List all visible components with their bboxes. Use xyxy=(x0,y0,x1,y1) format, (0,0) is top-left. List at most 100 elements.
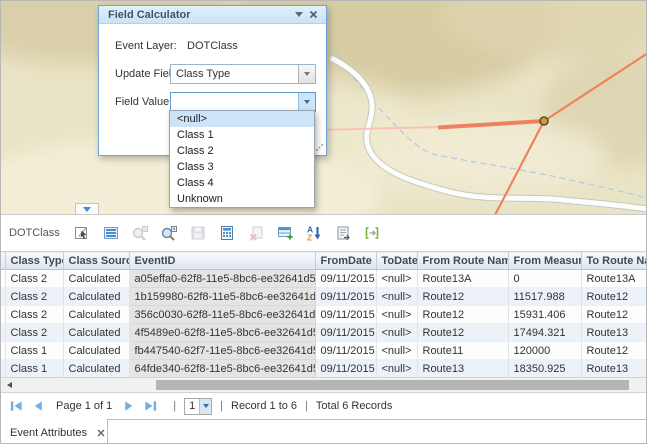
dropdown-option[interactable]: <null> xyxy=(170,111,314,127)
column-header[interactable]: EventID xyxy=(129,252,315,270)
table-cell[interactable]: 09/11/2015 xyxy=(315,270,376,288)
table-cell[interactable]: Calculated xyxy=(63,306,129,324)
table-cell[interactable]: Route12 xyxy=(581,288,647,306)
junction-point-marker[interactable] xyxy=(540,117,548,125)
update-field-dropdown-button[interactable] xyxy=(298,65,315,83)
dropdown-option[interactable]: Unknown xyxy=(170,191,314,207)
table-cell[interactable]: <null> xyxy=(376,270,417,288)
column-header[interactable]: Class Type xyxy=(5,252,63,270)
page-select-dropdown-button[interactable] xyxy=(199,399,211,414)
table-cell[interactable]: Route12 xyxy=(417,324,508,342)
separator: | xyxy=(305,400,308,412)
table-row[interactable]: Class 2Calculated4f5489e0-62f8-11e5-8bc6… xyxy=(1,324,647,342)
dialog-close-icon[interactable] xyxy=(306,8,320,22)
table-cell[interactable]: Route12 xyxy=(581,342,647,360)
table-cell[interactable]: a05effa0-62f8-11e5-8bc6-ee32641d5ec9 xyxy=(129,270,315,288)
table-row[interactable]: Class 1Calculated64fde340-62f8-11e5-8bc6… xyxy=(1,360,647,378)
dropdown-option[interactable]: Class 1 xyxy=(170,127,314,143)
column-header[interactable]: Class Source xyxy=(63,252,129,270)
dropdown-option[interactable]: Class 4 xyxy=(170,175,314,191)
field-value-dropdown-button[interactable] xyxy=(298,93,315,111)
table-cell[interactable]: 09/11/2015 xyxy=(315,342,376,360)
table-cell[interactable]: 09/11/2015 xyxy=(315,288,376,306)
zoom-to-next-icon[interactable] xyxy=(160,224,178,242)
table-cell[interactable]: 0 xyxy=(508,270,581,288)
previous-page-button[interactable] xyxy=(31,398,46,414)
column-header[interactable]: FromDate xyxy=(315,252,376,270)
table-cell[interactable]: Route13A xyxy=(581,270,647,288)
table-cell[interactable]: Route12 xyxy=(417,288,508,306)
table-cell[interactable]: Calculated xyxy=(63,270,129,288)
table-row[interactable]: Class 1Calculatedfb447540-62f7-11e5-8bc6… xyxy=(1,342,647,360)
table-cell[interactable]: 11517.988 xyxy=(508,288,581,306)
scroll-left-arrow-icon[interactable] xyxy=(7,382,12,388)
table-cell[interactable]: <null> xyxy=(376,360,417,378)
record-range-label: Record 1 to 6 xyxy=(231,400,297,412)
tab-event-attributes[interactable]: Event Attributes xyxy=(1,419,108,444)
table-cell[interactable]: 4f5489e0-62f8-11e5-8bc6-ee32641d5ec9 xyxy=(129,324,315,342)
column-header[interactable]: To Route Name xyxy=(581,252,647,270)
table-cell[interactable]: 09/11/2015 xyxy=(315,360,376,378)
next-page-button[interactable] xyxy=(121,398,136,414)
field-calculator-icon[interactable] xyxy=(218,224,236,242)
table-cell[interactable]: Route13 xyxy=(417,360,508,378)
table-cell[interactable]: Route13A xyxy=(417,270,508,288)
column-header[interactable]: From Measure xyxy=(508,252,581,270)
table-cell[interactable]: 09/11/2015 xyxy=(315,324,376,342)
table-cell[interactable]: <null> xyxy=(376,342,417,360)
table-cell[interactable]: 15931.406 xyxy=(508,306,581,324)
page-number-select[interactable]: 1 xyxy=(184,398,212,415)
last-page-button[interactable] xyxy=(143,398,158,414)
dropdown-option[interactable]: Class 2 xyxy=(170,143,314,159)
table-cell[interactable]: 1b159980-62f8-11e5-8bc6-ee32641d5ec9 xyxy=(129,288,315,306)
table-icon[interactable] xyxy=(102,224,120,242)
sort-icon[interactable]: AZ xyxy=(305,224,323,242)
table-cell[interactable]: Calculated xyxy=(63,360,129,378)
table-cell[interactable]: 64fde340-62f8-11e5-8bc6-ee32641d5ec9 xyxy=(129,360,315,378)
table-cell[interactable]: <null> xyxy=(376,306,417,324)
tab-close-icon[interactable] xyxy=(97,429,105,437)
column-header[interactable]: From Route Name xyxy=(417,252,508,270)
table-cell[interactable]: <null> xyxy=(376,288,417,306)
table-cell[interactable]: Calculated xyxy=(63,324,129,342)
append-events-icon[interactable] xyxy=(276,224,294,242)
table-cell[interactable]: Class 2 xyxy=(5,270,63,288)
table-cell[interactable]: fb447540-62f7-11e5-8bc6-ee32641d5ec9 xyxy=(129,342,315,360)
table-cell[interactable]: Route11 xyxy=(417,342,508,360)
table-cell[interactable]: Route13 xyxy=(581,360,647,378)
table-cell[interactable]: 120000 xyxy=(508,342,581,360)
table-cell[interactable]: Calculated xyxy=(63,342,129,360)
select-features-icon[interactable] xyxy=(73,224,91,242)
panel-collapse-tab[interactable] xyxy=(75,203,99,214)
first-page-button[interactable] xyxy=(9,398,24,414)
table-cell[interactable]: Route13 xyxy=(581,324,647,342)
table-cell[interactable]: Class 2 xyxy=(5,306,63,324)
table-cell[interactable]: Calculated xyxy=(63,288,129,306)
table-cell[interactable]: <null> xyxy=(376,324,417,342)
column-header[interactable]: ToDate xyxy=(376,252,417,270)
attribute-set-icon[interactable] xyxy=(334,224,352,242)
table-cell[interactable]: 356c0030-62f8-11e5-8bc6-ee32641d5ec9 xyxy=(129,306,315,324)
dialog-titlebar[interactable]: Field Calculator xyxy=(99,6,326,24)
table-row[interactable]: Class 2Calculated356c0030-62f8-11e5-8bc6… xyxy=(1,306,647,324)
table-cell[interactable]: Class 1 xyxy=(5,342,63,360)
table-cell[interactable]: Class 1 xyxy=(5,360,63,378)
field-value-current xyxy=(171,93,298,111)
dropdown-option[interactable]: Class 3 xyxy=(170,159,314,175)
dialog-resize-grip[interactable] xyxy=(315,143,324,155)
table-row[interactable]: Class 2Calculated1b159980-62f8-11e5-8bc6… xyxy=(1,288,647,306)
go-to-measure-icon[interactable] xyxy=(363,224,381,242)
dialog-collapse-icon[interactable] xyxy=(292,8,306,22)
horizontal-scrollbar[interactable] xyxy=(1,377,647,393)
table-cell[interactable]: Class 2 xyxy=(5,288,63,306)
table-cell[interactable]: Class 2 xyxy=(5,324,63,342)
update-field-combobox[interactable]: Class Type xyxy=(170,64,316,84)
table-cell[interactable]: Route12 xyxy=(581,306,647,324)
table-cell[interactable]: 18350.925 xyxy=(508,360,581,378)
field-value-combobox[interactable] xyxy=(170,92,316,112)
table-row[interactable]: Class 2Calculateda05effa0-62f8-11e5-8bc6… xyxy=(1,270,647,288)
scrollbar-thumb[interactable] xyxy=(156,380,629,390)
table-cell[interactable]: 09/11/2015 xyxy=(315,306,376,324)
table-cell[interactable]: Route12 xyxy=(417,306,508,324)
table-cell[interactable]: 17494.321 xyxy=(508,324,581,342)
